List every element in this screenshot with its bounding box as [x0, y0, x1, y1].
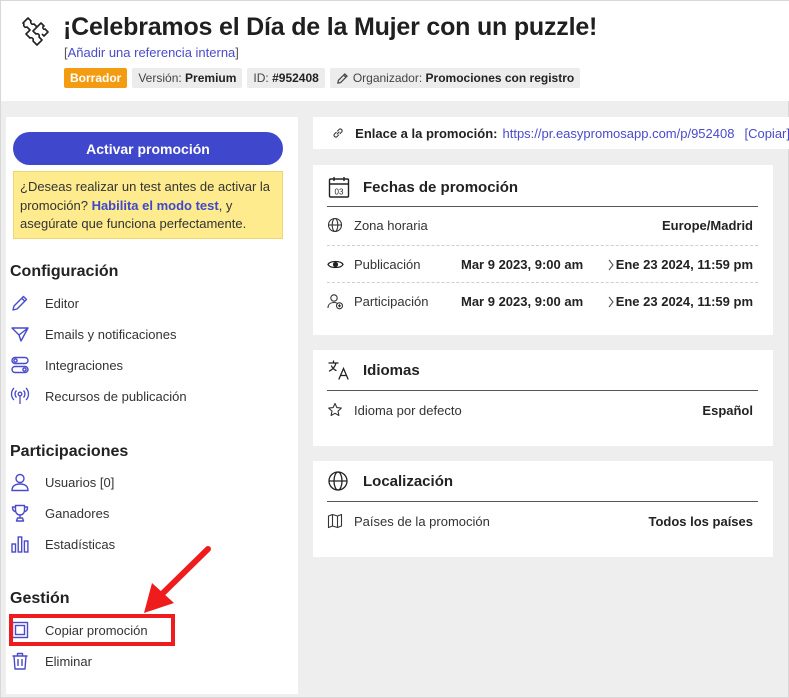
location-card: Localización Países de la promoción Todo…	[313, 461, 773, 557]
publication-row: Publicación Mar 9 2023, 9:00 am Ene 23 2…	[327, 246, 753, 282]
status-badge: Borrador	[64, 68, 128, 88]
sidebar-item-winners[interactable]: Ganadores	[10, 501, 109, 525]
dates-card-title: Fechas de promoción	[363, 178, 519, 196]
calendar-icon: 03	[327, 174, 353, 200]
bar-chart-icon	[10, 533, 36, 555]
promotion-link-label: Enlace a la promoción:	[355, 125, 498, 141]
timezone-row: Zona horaria Europe/Madrid	[327, 207, 753, 243]
page-title: ¡Celebramos el Día de la Mujer con un pu…	[63, 13, 598, 41]
annotation-arrow-icon	[144, 546, 211, 613]
test-mode-notice: ¿Deseas realizar un test antes de activa…	[13, 171, 283, 239]
organizer-badge[interactable]: Organizador: Promociones con registro	[329, 68, 581, 88]
toggle-icon	[10, 354, 36, 376]
languages-card-header: Idiomas	[327, 357, 420, 383]
divider	[327, 390, 758, 391]
send-icon	[10, 323, 36, 345]
eye-icon	[327, 256, 349, 273]
svg-text:03: 03	[335, 188, 344, 197]
link-icon	[333, 128, 343, 138]
default-language-row: Idioma por defecto Español	[327, 392, 753, 428]
location-card-header: Localización	[327, 468, 453, 494]
version-badge: Versión: Premium	[132, 68, 243, 88]
badge-row: Borrador Versión: Premium ID: #952408 Or…	[64, 68, 581, 88]
user-add-icon	[327, 293, 349, 310]
location-card-title: Localización	[363, 472, 454, 490]
star-icon	[327, 402, 349, 418]
promotion-link-bar: Enlace a la promoción: https://pr.easypr…	[313, 117, 789, 149]
sidebar-item-statistics[interactable]: Estadísticas	[10, 532, 115, 556]
globe-icon	[327, 217, 349, 233]
sidebar-item-users[interactable]: Usuarios [0]	[10, 470, 114, 494]
sidebar-item-delete[interactable]: Eliminar	[10, 649, 92, 673]
page-header: ¡Celebramos el Día de la Mujer con un pu…	[1, 1, 789, 101]
copy-link-button[interactable]: [Copiar]	[744, 126, 789, 141]
section-title-config: Configuración	[10, 263, 119, 280]
languages-card-title: Idiomas	[363, 361, 420, 379]
countries-row: Países de la promoción Todos los países	[327, 503, 753, 539]
sidebar-item-emails[interactable]: Emails y notificaciones	[10, 322, 177, 346]
sidebar-item-integrations[interactable]: Integraciones	[10, 353, 123, 377]
globe-icon	[327, 468, 353, 494]
dates-card: 03 Fechas de promoción Zona horaria Euro…	[313, 165, 773, 335]
broadcast-icon	[10, 385, 36, 407]
section-title-participations: Participaciones	[10, 443, 129, 460]
internal-ref: [Añadir una referencia interna]	[64, 45, 239, 60]
trophy-icon	[10, 502, 36, 524]
promotion-url-link[interactable]: https://pr.easypromosapp.com/p/952408	[502, 126, 734, 141]
translate-icon	[327, 357, 353, 383]
puzzle-icon	[22, 17, 49, 46]
dates-card-header: 03 Fechas de promoción	[327, 174, 518, 200]
activate-promotion-button[interactable]: Activar promoción	[13, 132, 283, 165]
pencil-icon	[10, 292, 36, 314]
enable-test-mode-link[interactable]: Habilita el modo test	[92, 198, 219, 213]
divider	[327, 501, 758, 502]
sidebar-item-resources[interactable]: Recursos de publicación	[10, 384, 187, 408]
sidebar-item-editor[interactable]: Editor	[10, 291, 79, 315]
languages-card: Idiomas Idioma por defecto Español	[313, 350, 773, 446]
id-badge: ID: #952408	[247, 68, 325, 88]
map-icon	[327, 513, 349, 529]
trash-icon	[10, 650, 36, 672]
pencil-icon	[336, 73, 348, 84]
participation-row: Participación Mar 9 2023, 9:00 am Ene 23…	[327, 283, 753, 319]
section-title-management: Gestión	[10, 590, 70, 607]
user-icon	[10, 471, 36, 493]
add-internal-ref-link[interactable]: Añadir una referencia interna	[68, 45, 236, 60]
